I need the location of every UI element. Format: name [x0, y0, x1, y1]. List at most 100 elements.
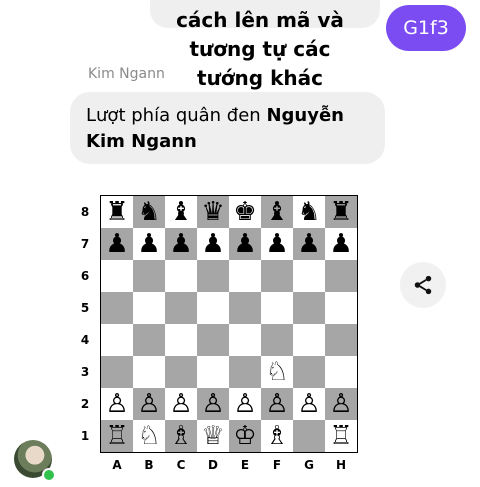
chess-piece[interactable]: ♟: [201, 231, 224, 257]
chess-piece[interactable]: ♛: [201, 199, 224, 225]
chess-piece[interactable]: ♚: [233, 199, 256, 225]
board-square-b2[interactable]: ♙: [133, 388, 165, 420]
board-square-g5[interactable]: [293, 292, 325, 324]
chess-piece[interactable]: ♟: [329, 231, 352, 257]
chess-piece[interactable]: ♔: [233, 423, 256, 449]
board-square-e3[interactable]: [229, 356, 261, 388]
board-square-b1[interactable]: ♘: [133, 420, 165, 452]
chess-piece[interactable]: ♕: [201, 423, 224, 449]
board-square-h2[interactable]: ♙: [325, 388, 357, 420]
chess-piece[interactable]: ♟: [297, 231, 320, 257]
board-square-c8[interactable]: ♝: [165, 196, 197, 228]
sent-message-bubble[interactable]: G1f3: [386, 5, 466, 51]
board-square-h7[interactable]: ♟: [325, 228, 357, 260]
chess-piece[interactable]: ♟: [265, 231, 288, 257]
board-square-g2[interactable]: ♙: [293, 388, 325, 420]
chess-piece[interactable]: ♞: [297, 199, 320, 225]
chess-piece[interactable]: ♖: [105, 423, 128, 449]
board-square-b4[interactable]: [133, 324, 165, 356]
board-square-d5[interactable]: [197, 292, 229, 324]
board-square-d8[interactable]: ♛: [197, 196, 229, 228]
chess-piece[interactable]: ♙: [265, 391, 288, 417]
chess-piece[interactable]: ♗: [265, 423, 288, 449]
chess-piece[interactable]: ♙: [233, 391, 256, 417]
board-square-b5[interactable]: [133, 292, 165, 324]
board-square-d1[interactable]: ♕: [197, 420, 229, 452]
chess-piece[interactable]: ♙: [137, 391, 160, 417]
board-square-f8[interactable]: ♝: [261, 196, 293, 228]
board-square-b6[interactable]: [133, 260, 165, 292]
board-square-c2[interactable]: ♙: [165, 388, 197, 420]
chess-piece[interactable]: ♟: [169, 231, 192, 257]
board-square-e8[interactable]: ♚: [229, 196, 261, 228]
board-square-f2[interactable]: ♙: [261, 388, 293, 420]
board-square-h5[interactable]: [325, 292, 357, 324]
board-square-f3[interactable]: ♘: [261, 356, 293, 388]
board-square-g1[interactable]: [293, 420, 325, 452]
board-square-e1[interactable]: ♔: [229, 420, 261, 452]
chess-piece[interactable]: ♜: [329, 199, 352, 225]
board-square-e7[interactable]: ♟: [229, 228, 261, 260]
board-square-a6[interactable]: [101, 260, 133, 292]
board-square-d7[interactable]: ♟: [197, 228, 229, 260]
board-square-c4[interactable]: [165, 324, 197, 356]
board-square-f6[interactable]: [261, 260, 293, 292]
board-square-f4[interactable]: [261, 324, 293, 356]
chess-piece[interactable]: ♙: [105, 391, 128, 417]
board-square-a5[interactable]: [101, 292, 133, 324]
chess-piece[interactable]: ♘: [265, 359, 288, 385]
board-square-e4[interactable]: [229, 324, 261, 356]
board-square-a3[interactable]: [101, 356, 133, 388]
chess-piece[interactable]: ♙: [169, 391, 192, 417]
chess-piece[interactable]: ♙: [297, 391, 320, 417]
board-square-e6[interactable]: [229, 260, 261, 292]
board-square-e2[interactable]: ♙: [229, 388, 261, 420]
board-square-c1[interactable]: ♗: [165, 420, 197, 452]
chess-piece[interactable]: ♙: [201, 391, 224, 417]
board-square-f5[interactable]: [261, 292, 293, 324]
board-square-c3[interactable]: [165, 356, 197, 388]
chess-piece[interactable]: ♙: [329, 391, 352, 417]
board-square-g6[interactable]: [293, 260, 325, 292]
board-square-d4[interactable]: [197, 324, 229, 356]
board-square-a2[interactable]: ♙: [101, 388, 133, 420]
board-square-b7[interactable]: ♟: [133, 228, 165, 260]
board-square-g8[interactable]: ♞: [293, 196, 325, 228]
chess-piece[interactable]: ♟: [105, 231, 128, 257]
board-square-b3[interactable]: [133, 356, 165, 388]
board-square-c7[interactable]: ♟: [165, 228, 197, 260]
board-square-h1[interactable]: ♖: [325, 420, 357, 452]
chess-piece[interactable]: ♗: [169, 423, 192, 449]
board-square-d2[interactable]: ♙: [197, 388, 229, 420]
chess-piece[interactable]: ♜: [105, 199, 128, 225]
chess-piece[interactable]: ♞: [137, 199, 160, 225]
chess-piece[interactable]: ♖: [329, 423, 352, 449]
board-square-c5[interactable]: [165, 292, 197, 324]
board-square-a1[interactable]: ♖: [101, 420, 133, 452]
chess-piece[interactable]: ♘: [137, 423, 160, 449]
board-square-h6[interactable]: [325, 260, 357, 292]
chess-piece[interactable]: ♝: [169, 199, 192, 225]
board-square-a4[interactable]: [101, 324, 133, 356]
board-square-d3[interactable]: [197, 356, 229, 388]
board-square-f7[interactable]: ♟: [261, 228, 293, 260]
chess-piece[interactable]: ♝: [265, 199, 288, 225]
board-square-g4[interactable]: [293, 324, 325, 356]
board-square-h8[interactable]: ♜: [325, 196, 357, 228]
board-square-g3[interactable]: [293, 356, 325, 388]
board-square-f1[interactable]: ♗: [261, 420, 293, 452]
chess-piece[interactable]: ♟: [233, 231, 256, 257]
board-square-e5[interactable]: [229, 292, 261, 324]
board-square-b8[interactable]: ♞: [133, 196, 165, 228]
board-square-d6[interactable]: [197, 260, 229, 292]
board-square-c6[interactable]: [165, 260, 197, 292]
board-grid: ♜ ♞ ♝ ♛ ♚ ♝ ♞ ♜ ♟ ♟ ♟ ♟ ♟ ♟ ♟ ♟ ♘ ♙ ♙ ♙ ♙ ♙ ♙ ♙ ♙ ♖ ♘ ♗ ♕ ♔ ♗ ♖: [101, 196, 357, 452]
share-button[interactable]: [400, 262, 446, 308]
board-square-h3[interactable]: [325, 356, 357, 388]
board-square-a8[interactable]: ♜: [101, 196, 133, 228]
chess-piece[interactable]: ♟: [137, 231, 160, 257]
board-square-h4[interactable]: [325, 324, 357, 356]
board-square-g7[interactable]: ♟: [293, 228, 325, 260]
chess-board[interactable]: ♜ ♞ ♝ ♛ ♚ ♝ ♞ ♜ ♟ ♟ ♟ ♟ ♟ ♟ ♟ ♟ ♘ ♙ ♙ ♙ ♙ ♙ ♙ ♙ ♙ ♖ ♘ ♗ ♕ ♔ ♗ ♖: [100, 195, 358, 453]
board-square-a7[interactable]: ♟: [101, 228, 133, 260]
